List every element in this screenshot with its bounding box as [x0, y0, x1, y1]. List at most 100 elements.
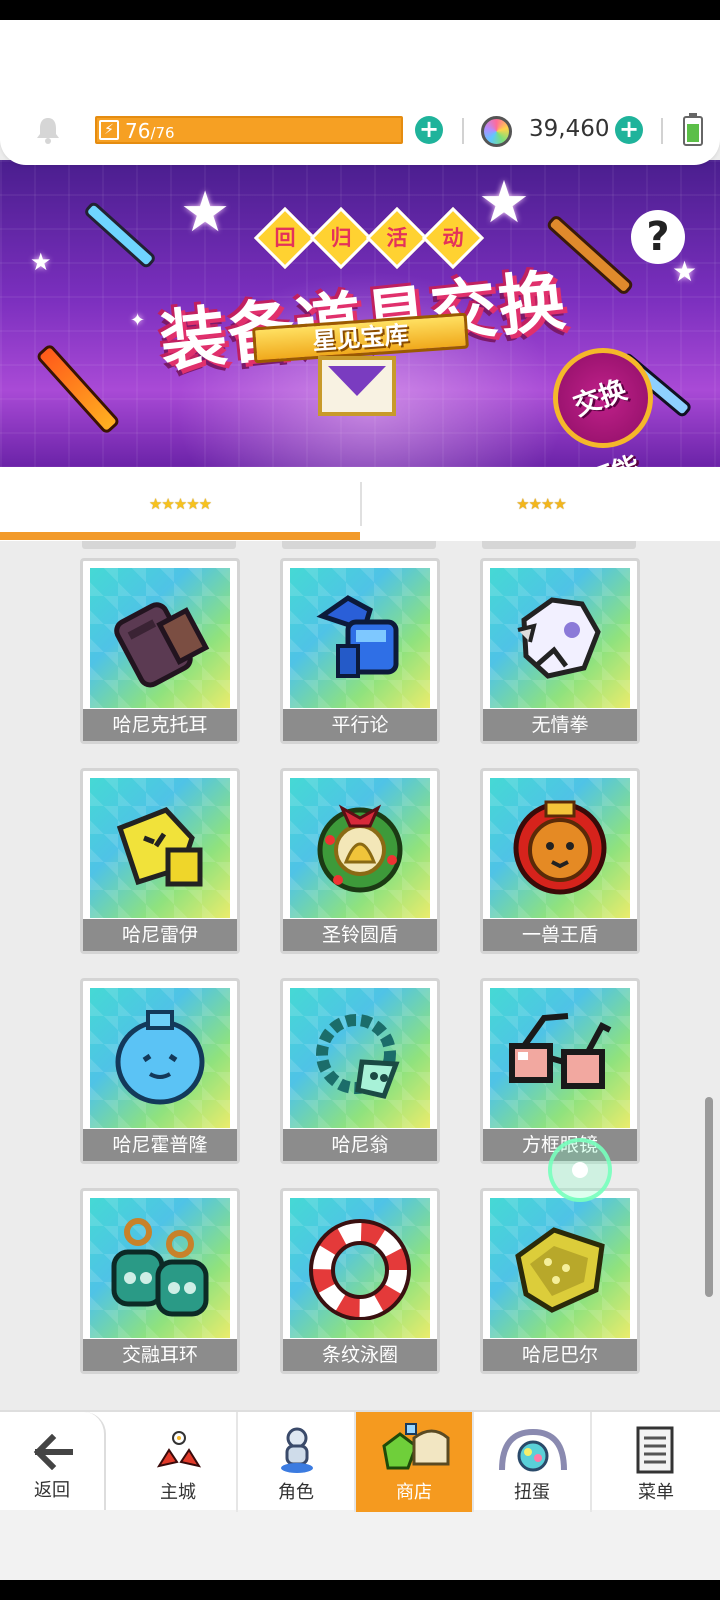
- footer-strip: [0, 1510, 720, 1580]
- nav-main-city[interactable]: 主城: [120, 1412, 238, 1512]
- item-art: [290, 1198, 430, 1338]
- shop-icon: [382, 1423, 450, 1470]
- gem-count: 39,460: [529, 116, 610, 142]
- floating-assistant-button[interactable]: [548, 1138, 612, 1202]
- help-button[interactable]: ?: [631, 210, 685, 264]
- castle-icon: [156, 1431, 202, 1468]
- item-name: 交融耳环: [83, 1339, 237, 1371]
- item-name: 条纹泳圈: [283, 1339, 437, 1371]
- item-name: 哈尼巴尔: [483, 1339, 637, 1371]
- twin-earrings-icon: [111, 1218, 209, 1317]
- battery-icon: [683, 113, 703, 146]
- back-button[interactable]: 返回: [0, 1412, 106, 1510]
- gem-icon: [481, 116, 512, 147]
- item-art: [90, 568, 230, 708]
- item-card[interactable]: 无情拳: [480, 558, 640, 744]
- gold-crown-icon: [515, 1227, 605, 1313]
- item-art: [490, 988, 630, 1128]
- bell-wreath-shield-icon: [317, 804, 403, 893]
- lightning-icon: ⚡: [99, 120, 119, 140]
- back-arrow-icon: [33, 1434, 73, 1470]
- tab-divider: [360, 482, 362, 526]
- item-card[interactable]: 交融耳环: [80, 1188, 240, 1374]
- item-card[interactable]: 哈尼霍普隆: [80, 978, 240, 1164]
- bottom-navigation: 主城 角色 商店 扭蛋 菜单: [0, 1410, 720, 1512]
- item-card[interactable]: 方框眼镜: [480, 978, 640, 1164]
- nav-label: 菜单: [638, 1482, 674, 1503]
- item-art: [290, 988, 430, 1128]
- item-card[interactable]: 条纹泳圈: [280, 1188, 440, 1374]
- yellow-glove-icon: [116, 807, 203, 887]
- nav-shop[interactable]: 商店: [356, 1412, 474, 1512]
- dark-gauntlet-icon: [114, 602, 210, 688]
- tab-four-star[interactable]: ★★★★: [362, 467, 720, 541]
- item-art: [290, 568, 430, 708]
- scrollbar[interactable]: [705, 1097, 713, 1297]
- badge-char: 回: [274, 226, 296, 250]
- back-label: 返回: [34, 1480, 70, 1501]
- character-icon: [281, 1427, 313, 1473]
- item-card[interactable]: 哈尼雷伊: [80, 768, 240, 954]
- item-card[interactable]: 哈尼巴尔: [480, 1188, 640, 1374]
- notification-bell-icon[interactable]: [33, 115, 63, 145]
- envelope-icon: [318, 356, 396, 416]
- item-art: [290, 778, 430, 918]
- add-gems-button[interactable]: +: [615, 116, 643, 144]
- badge-char: 活: [386, 226, 408, 250]
- item-card-partial: [82, 541, 236, 549]
- blue-gauntlet-icon: [316, 595, 399, 678]
- teal-wreath-icon: [316, 1014, 400, 1099]
- tab-five-star[interactable]: ★★★★★: [0, 467, 360, 541]
- item-card-partial: [482, 541, 636, 549]
- item-art: [90, 988, 230, 1128]
- blue-round-shield-icon: [115, 1010, 205, 1105]
- energy-max: 76: [155, 124, 175, 142]
- energy-current: 76: [125, 119, 151, 143]
- square-glasses-icon: [509, 1013, 612, 1089]
- item-card[interactable]: 平行论: [280, 558, 440, 744]
- item-name: 哈尼雷伊: [83, 919, 237, 951]
- menu-list-icon: [636, 1426, 674, 1474]
- item-art: [90, 778, 230, 918]
- resource-bar: ⚡ 76/76 + 39,460 +: [0, 20, 720, 165]
- nav-label: 扭蛋: [514, 1482, 550, 1503]
- item-card[interactable]: 圣铃圆盾: [280, 768, 440, 954]
- item-art: [490, 1198, 630, 1338]
- item-grid: 哈尼克托耳 平行论 无情拳 哈尼雷伊 圣铃圆盾 一兽王盾 哈尼霍普隆 哈尼翁 方…: [0, 541, 720, 1441]
- system-status-bar: [0, 0, 720, 20]
- active-tab-indicator: [0, 532, 360, 540]
- divider: [462, 118, 464, 144]
- nav-menu[interactable]: 菜单: [592, 1412, 720, 1512]
- event-banner: ★ ★ ★ ★ ✦ ✦ 回 归 活 动 装备道具交换 星见宝库 交换可能 ?: [0, 160, 720, 467]
- energy-bar: ⚡ 76/76: [95, 116, 403, 144]
- nav-label: 角色: [278, 1482, 314, 1503]
- five-star-rating-icon: ★★★★★: [148, 495, 212, 513]
- item-name: 一兽王盾: [483, 919, 637, 951]
- item-name: 哈尼翁: [283, 1129, 437, 1161]
- item-card[interactable]: 哈尼克托耳: [80, 558, 240, 744]
- nav-character[interactable]: 角色: [238, 1412, 356, 1512]
- white-beast-fist-icon: [517, 597, 601, 679]
- badge-char: 动: [442, 226, 464, 250]
- item-name: 哈尼霍普隆: [83, 1129, 237, 1161]
- system-nav-bar: [0, 1580, 720, 1600]
- badge-char: 归: [330, 226, 352, 250]
- nav-label: 商店: [396, 1482, 432, 1503]
- star-decoration-icon: ★: [672, 255, 698, 288]
- add-energy-button[interactable]: +: [415, 116, 443, 144]
- item-art: [490, 778, 630, 918]
- item-card[interactable]: 哈尼翁: [280, 978, 440, 1164]
- item-name: 圣铃圆盾: [283, 919, 437, 951]
- four-star-rating-icon: ★★★★: [516, 495, 567, 513]
- item-card[interactable]: 一兽王盾: [480, 768, 640, 954]
- item-art: [90, 1198, 230, 1338]
- item-name: 无情拳: [483, 709, 637, 741]
- star-decoration-icon: ★: [478, 168, 530, 236]
- lion-king-shield-icon: [513, 800, 607, 895]
- item-art: [490, 568, 630, 708]
- item-name: 哈尼克托耳: [83, 709, 237, 741]
- item-name: 平行论: [283, 709, 437, 741]
- nav-gacha[interactable]: 扭蛋: [474, 1412, 592, 1512]
- exchange-badge-line2: 可能: [561, 430, 661, 467]
- game-screen: ⚡ 76/76 + 39,460 + ★ ★ ★ ★ ✦ ✦ 回 归 活 动 装…: [0, 20, 720, 1580]
